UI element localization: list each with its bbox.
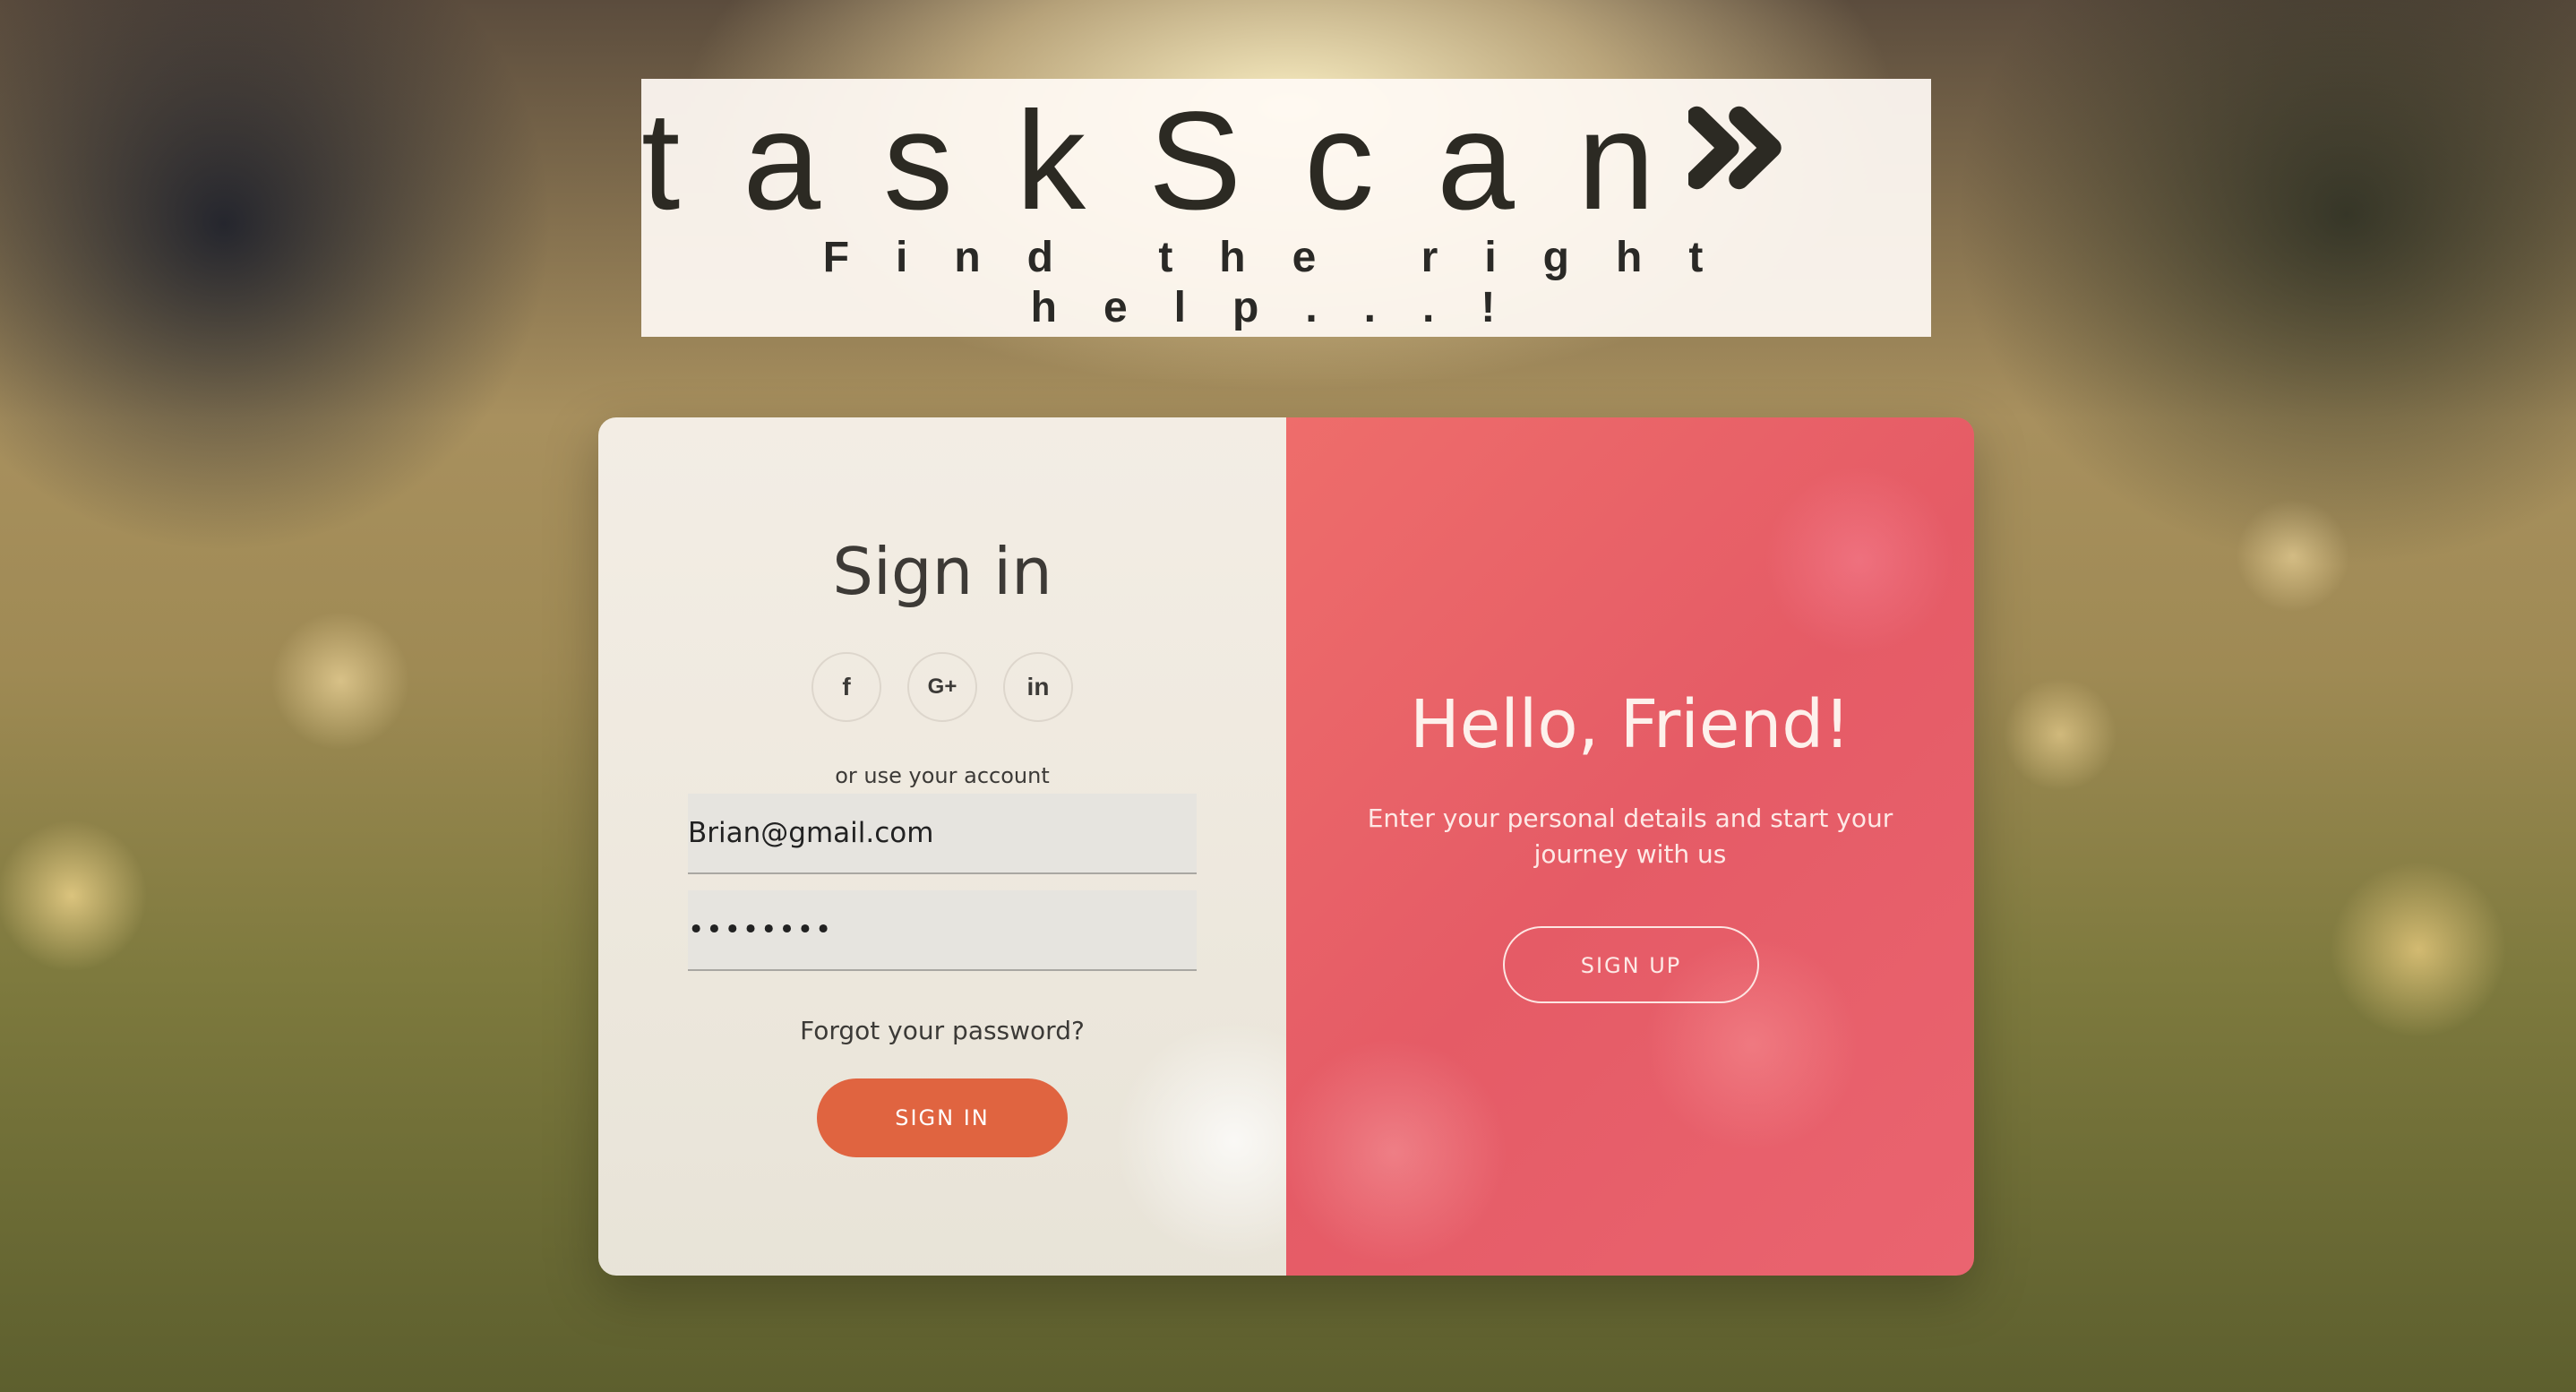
social-login-row: f G+ in <box>811 652 1073 724</box>
linkedin-button[interactable]: in <box>1003 652 1073 722</box>
brand-tagline: Find the right help...! <box>822 234 1750 331</box>
password-field[interactable] <box>688 890 1197 971</box>
sign-up-button[interactable]: SIGN UP <box>1503 926 1759 1003</box>
welcome-title: Hello, Friend! <box>1410 686 1850 763</box>
double-chevron-right-icon <box>1687 106 1782 190</box>
facebook-icon: f <box>842 673 851 700</box>
auth-card: Sign in f G+ in or use your account Forg… <box>598 417 1974 1276</box>
welcome-message: Enter your personal details and start yo… <box>1367 803 1893 869</box>
sign-in-button[interactable]: SIGN IN <box>817 1078 1068 1157</box>
forgot-password-link[interactable]: Forgot your password? <box>598 1016 1286 1045</box>
signin-title: Sign in <box>832 534 1052 609</box>
signin-panel: Sign in f G+ in or use your account Forg… <box>598 417 1286 1276</box>
linkedin-icon: in <box>1026 673 1050 700</box>
google-plus-icon: G+ <box>927 675 957 699</box>
facebook-button[interactable]: f <box>811 652 881 722</box>
brand-row: taskScan <box>641 90 1790 233</box>
alternate-login-label: or use your account <box>835 763 1050 788</box>
brand-header: taskScan Find the right help...! <box>641 79 1931 337</box>
welcome-panel: Hello, Friend! Enter your personal detai… <box>1286 417 1974 1276</box>
google-plus-button[interactable]: G+ <box>907 652 977 722</box>
email-field[interactable] <box>688 794 1197 874</box>
brand-name: taskScan <box>641 83 1718 239</box>
